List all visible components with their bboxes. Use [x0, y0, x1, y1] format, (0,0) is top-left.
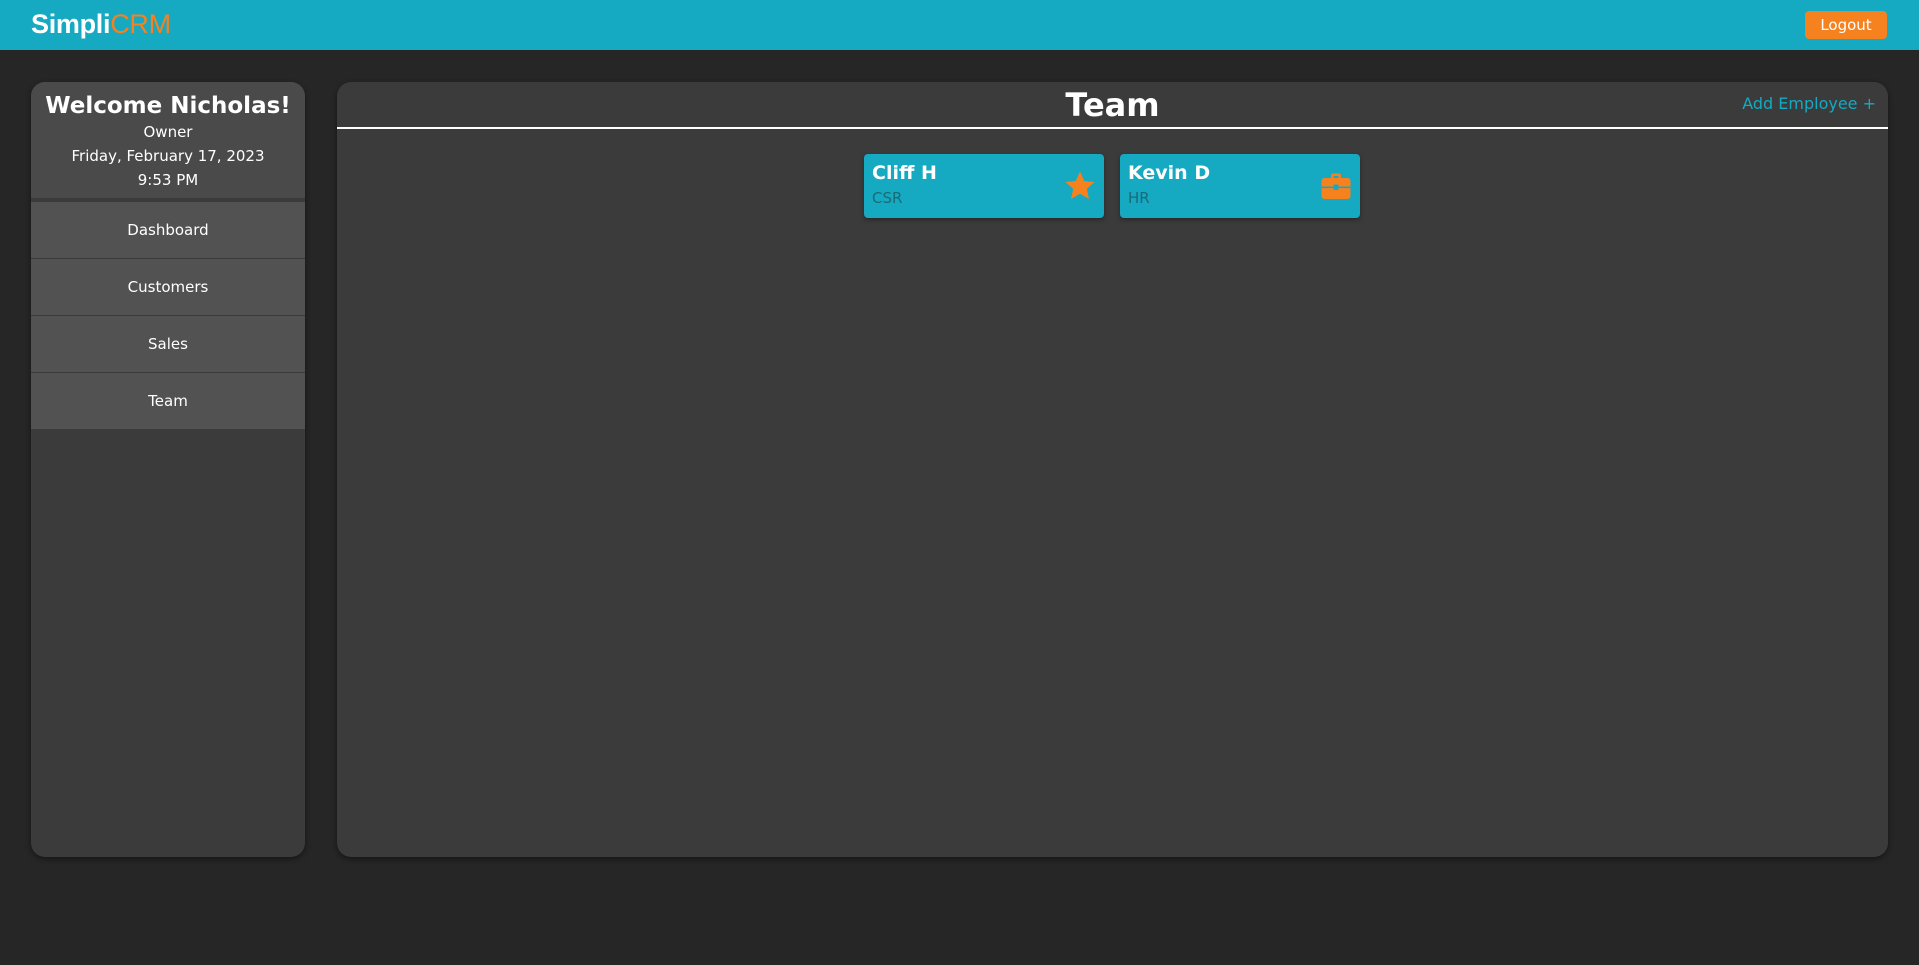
sidebar-item-customers[interactable]: Customers	[31, 259, 305, 316]
page-title: Team	[1065, 86, 1160, 124]
logo-text-crm: CRM	[110, 9, 171, 39]
app-logo[interactable]: SimpliCRM	[31, 9, 171, 40]
logout-button[interactable]: Logout	[1805, 11, 1887, 39]
sidebar: Welcome Nicholas! Owner Friday, February…	[31, 82, 305, 857]
sidebar-item-dashboard[interactable]: Dashboard	[31, 202, 305, 259]
employee-name: Kevin D	[1128, 162, 1211, 184]
logo-text-simpli: Simpli	[31, 9, 111, 39]
employee-card[interactable]: Cliff H CSR	[864, 154, 1104, 218]
welcome-panel: Welcome Nicholas! Owner Friday, February…	[31, 82, 305, 198]
employee-role: HR	[1128, 189, 1150, 207]
employee-name: Cliff H	[872, 162, 937, 184]
title-divider	[337, 127, 1888, 129]
briefcase-icon	[1321, 173, 1351, 199]
sidebar-nav: Dashboard Customers Sales Team	[31, 198, 305, 430]
top-navbar: SimpliCRM Logout	[0, 0, 1919, 50]
add-employee-link[interactable]: Add Employee +	[1742, 94, 1876, 113]
sidebar-item-team[interactable]: Team	[31, 373, 305, 430]
sidebar-item-sales[interactable]: Sales	[31, 316, 305, 373]
user-role: Owner	[143, 123, 193, 141]
employee-role: CSR	[872, 189, 903, 207]
employee-card[interactable]: Kevin D HR	[1120, 154, 1360, 218]
star-icon	[1065, 171, 1095, 199]
current-date: Friday, February 17, 2023	[71, 147, 265, 165]
team-panel: Team Add Employee + Cliff H CSR Kevin D …	[337, 82, 1888, 857]
current-time: 9:53 PM	[137, 171, 199, 189]
welcome-heading: Welcome Nicholas!	[45, 93, 291, 119]
